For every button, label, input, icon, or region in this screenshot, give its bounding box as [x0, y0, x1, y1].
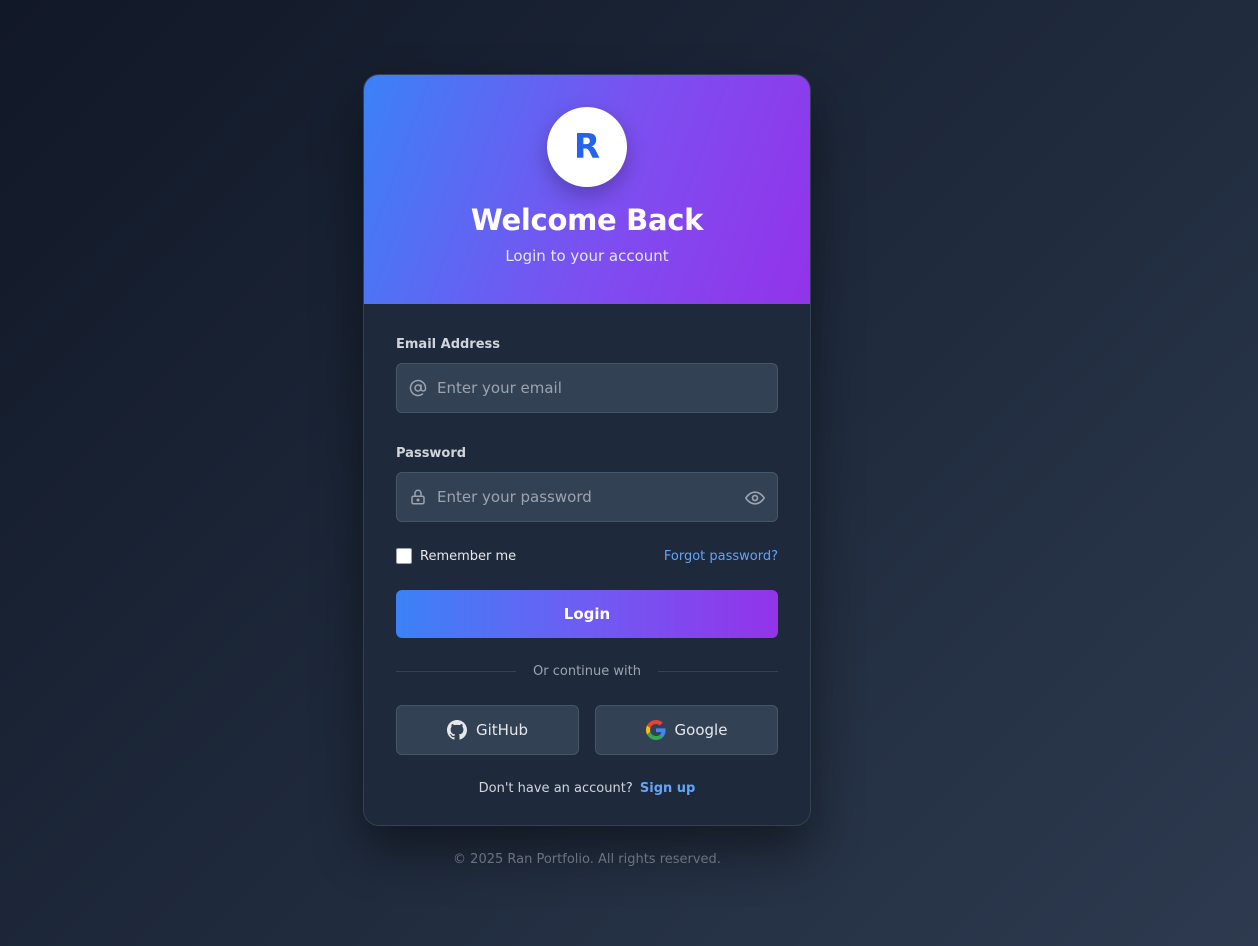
email-label: Email Address [396, 337, 501, 352]
page-subtitle: Login to your account [505, 247, 669, 265]
remember-me[interactable]: Remember me [396, 548, 516, 564]
signup-link[interactable]: Sign up [640, 781, 695, 796]
password-label: Password [396, 446, 467, 461]
signup-prompt: Don't have an account? [478, 781, 633, 796]
github-label: GitHub [476, 721, 528, 739]
at-icon [409, 379, 427, 397]
divider-label: Or continue with [533, 664, 641, 679]
google-label: Google [674, 721, 728, 739]
avatar-logo: R [547, 107, 627, 187]
password-field[interactable] [396, 472, 778, 522]
lock-icon [409, 488, 427, 506]
google-icon [645, 720, 666, 740]
email-field[interactable] [396, 363, 778, 413]
divider: Or continue with [396, 664, 779, 679]
password-input[interactable] [437, 473, 777, 521]
page-title: Welcome Back [470, 203, 704, 237]
google-button[interactable]: Google [595, 705, 778, 755]
login-form: Email Address Password [364, 304, 810, 796]
github-button[interactable]: GitHub [396, 705, 579, 755]
forgot-password-link[interactable]: Forgot password? [664, 549, 778, 564]
email-input[interactable] [437, 364, 777, 412]
eye-icon[interactable] [745, 488, 765, 512]
divider-line-right [657, 671, 779, 672]
remember-checkbox[interactable] [396, 548, 412, 564]
divider-line-left [396, 671, 517, 672]
login-card: R Welcome Back Login to your account Ema… [363, 74, 811, 826]
remember-row: Remember me Forgot password? [396, 548, 778, 564]
logo-letter: R [573, 127, 601, 167]
card-header: R Welcome Back Login to your account [364, 75, 810, 304]
login-button[interactable]: Login [396, 590, 778, 638]
footer-copyright: © 2025 Ran Portfolio. All rights reserve… [453, 852, 721, 867]
signup-row: Don't have an account? Sign up [396, 781, 778, 796]
remember-label: Remember me [420, 548, 517, 564]
social-buttons: GitHub Google [396, 705, 778, 755]
github-icon [447, 720, 467, 740]
